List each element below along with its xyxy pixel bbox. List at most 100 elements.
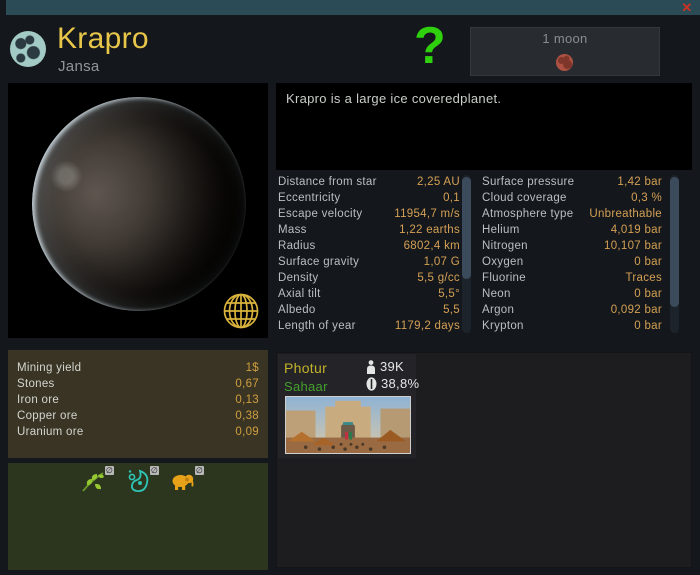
microbe-icon: ∅ (125, 468, 151, 494)
stat-row: Surface gravity 1,07 G (278, 254, 460, 270)
stat-label: Fluorine (482, 272, 526, 284)
stat-value: 0,38 (235, 410, 259, 422)
stat-row: Iron ore0,13 (17, 392, 259, 408)
stat-row: Mass1,22 earths (278, 222, 460, 238)
stat-label: Mining yield (17, 362, 81, 374)
stat-label: Krypton (482, 320, 524, 332)
mining-panel: Mining yield1$Stones0,67Iron ore0,13Copp… (8, 350, 268, 458)
stat-value: 0,3 % (631, 192, 662, 204)
planet-image-panel (8, 83, 268, 338)
population-icon (366, 360, 376, 374)
stat-row: Stones 0,67 (17, 376, 259, 392)
stat-label: Helium (482, 224, 520, 236)
life-panel: ∅ ∅ ∅ (8, 463, 268, 570)
scrollbar-track (670, 175, 679, 333)
stat-label: Uranium ore (17, 426, 84, 438)
stat-row: Radius 6802,4 km (278, 238, 460, 254)
stat-label: Argon (482, 304, 514, 316)
stat-row: Copper ore 0,38 (17, 408, 259, 424)
stat-value: 11954,7 m/s (394, 208, 460, 220)
stat-label: Escape velocity (278, 208, 362, 220)
stat-row: Density 5,5 g/cc (278, 270, 460, 286)
stat-row: Krypton 0 bar (482, 318, 662, 334)
stat-value: 5,5° (438, 288, 460, 300)
stat-row: Atmosphere type Unbreathable (482, 206, 662, 222)
settlement-image (285, 396, 411, 454)
stat-value: 0,092 bar (611, 304, 662, 316)
stat-row: Surface pressure 1,42 bar (482, 174, 662, 190)
stat-value: 0,09 (235, 426, 259, 438)
scrollbar-thumb[interactable] (462, 177, 471, 279)
stat-value: Unbreathable (589, 208, 662, 220)
moons-panel[interactable]: 1 moon (470, 27, 660, 76)
stat-row: Eccentricity 0,1 (278, 190, 460, 206)
stat-label: Neon (482, 288, 511, 300)
stat-label: Albedo (278, 304, 316, 316)
stat-label: Radius (278, 240, 316, 252)
stat-value: 10,107 bar (604, 240, 662, 252)
stat-row: Mining yield 1$ (17, 360, 259, 376)
stat-value: 4,019 bar (611, 224, 662, 236)
stat-label: Atmosphere type (482, 208, 573, 220)
stat-label: Mass (278, 224, 307, 236)
stat-value: 0,1 (443, 192, 460, 204)
stat-row: Cloud coverage0,3 % (482, 190, 662, 206)
stat-row: Uranium ore 0,09 (17, 424, 259, 440)
page-title: Krapro (57, 22, 149, 56)
stat-row: Distance from star 2,25 AU (278, 174, 460, 190)
stat-row: Helium 4,019 bar (482, 222, 662, 238)
stat-value: 0 bar (634, 256, 662, 268)
stat-value: 6802,4 km (404, 240, 460, 252)
stat-label: Eccentricity (278, 192, 340, 204)
stat-label: Axial tilt (278, 288, 321, 300)
stat-row: Length of year 1179,2 days (278, 318, 460, 334)
stat-label: Distance from star (278, 176, 377, 188)
close-button[interactable]: ✕ (679, 0, 695, 15)
stat-label: Length of year (278, 320, 356, 332)
stats-column-right: Surface pressure 1,42 bar Cloud coverage0,… (482, 174, 662, 334)
stat-value: 2,25 AU (417, 176, 460, 188)
globe-icon[interactable] (222, 292, 260, 330)
stat-row: Neon0 bar (482, 286, 662, 302)
stat-label: Copper ore (17, 410, 78, 422)
help-icon[interactable]: ? (414, 18, 446, 74)
description-panel: Krapro is a large ice coveredplanet. (276, 83, 692, 170)
stat-row: Nitrogen 10,107 bar (482, 238, 662, 254)
planet-image (32, 97, 246, 311)
stat-label: Stones (17, 378, 55, 390)
culture-name: Sahaar (284, 379, 328, 394)
planet-icon (10, 31, 46, 67)
animal-icon: ∅ (170, 468, 196, 494)
stat-value: 1$ (246, 362, 259, 374)
approval-value: 38,8% (381, 376, 419, 391)
stat-value: 1,42 bar (617, 176, 662, 188)
stats-column-left: Distance from star 2,25 AU Eccentricity 0,1… (278, 174, 460, 334)
plant-icon: ∅ (80, 468, 106, 494)
stat-value: 1179,2 days (395, 320, 460, 332)
stat-value: 5,5 g/cc (417, 272, 460, 284)
stat-row: FluorineTraces (482, 270, 662, 286)
empty-badge: ∅ (195, 466, 204, 475)
empty-badge: ∅ (150, 466, 159, 475)
stat-row: Argon 0,092 bar (482, 302, 662, 318)
stat-value: 0,67 (235, 378, 259, 390)
stat-value: 1,07 G (424, 256, 460, 268)
stat-label: Nitrogen (482, 240, 528, 252)
moons-label: 1 moon (471, 31, 659, 46)
settlement-name: Photur (284, 360, 327, 376)
stat-row: Albedo 5,5 (278, 302, 460, 318)
stat-row: Axial tilt 5,5° (278, 286, 460, 302)
settlement-panel[interactable]: Photur Sahaar 39K 38,8% (278, 354, 416, 458)
scrollbar-thumb[interactable] (670, 177, 679, 307)
stat-label: Oxygen (482, 256, 523, 268)
moon-icon (556, 54, 573, 71)
stat-value: 5,5 (443, 304, 460, 316)
empty-badge: ∅ (105, 466, 114, 475)
stat-label: Surface gravity (278, 256, 359, 268)
stat-label: Density (278, 272, 318, 284)
window-titlebar (6, 0, 700, 15)
scrollbar-track (462, 175, 471, 333)
description-text: Krapro is a large ice coveredplanet. (286, 91, 682, 106)
stat-label: Surface pressure (482, 176, 574, 188)
stat-value: 0 bar (634, 320, 662, 332)
